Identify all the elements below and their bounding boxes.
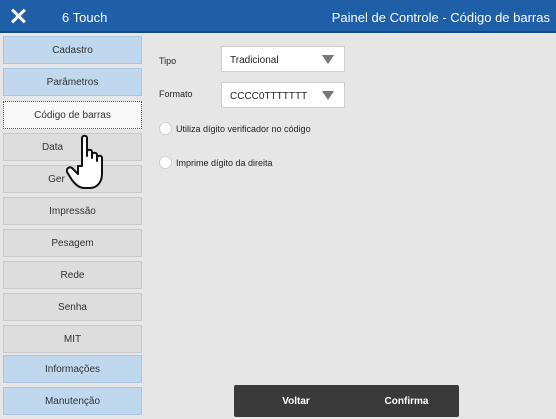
formato-label: Formato — [159, 89, 193, 99]
sidebar-item-label: Cadastro — [52, 44, 93, 56]
tipo-value: Tradicional — [230, 55, 279, 66]
sidebar-item-geral[interactable]: Ger — [3, 165, 142, 193]
verificador-radio[interactable] — [159, 122, 172, 135]
sidebar-item-label: Ger — [48, 173, 65, 185]
sidebar-item-impressao[interactable]: Impressão — [3, 197, 142, 225]
tipo-select[interactable]: Tradicional — [221, 46, 345, 72]
sidebar-item-label: Data — [41, 141, 64, 153]
confirm-button-label: Confirma — [384, 395, 429, 407]
sidebar-item-label: Manutenção — [44, 395, 101, 407]
sidebar-item-label: Informações — [44, 363, 101, 375]
window-title: Painel de Controle - Código de barras — [331, 10, 550, 25]
app-name: 6 Touch — [62, 10, 108, 25]
title-bar: 6 Touch Painel de Controle - Código de b… — [0, 0, 556, 33]
sidebar-item-label: MIT — [63, 333, 82, 345]
verificador-label: Utiliza dígito verificador no código — [176, 124, 311, 134]
sidebar-item-data[interactable]: Data — [3, 133, 142, 161]
sidebar-item-manutencao[interactable]: Manutenção — [3, 387, 142, 415]
sidebar-item-label: Pesagem — [51, 237, 94, 249]
sidebar-item-codigo-de-barras[interactable]: Código de barras — [3, 101, 142, 129]
sidebar-item-label: Parâmetros — [46, 76, 99, 88]
sidebar-item-parametros[interactable]: Parâmetros — [3, 68, 142, 96]
main-panel: Tipo Tradicional Formato CCCC0TTTTTTT Ut… — [145, 35, 556, 419]
back-button[interactable]: Voltar — [234, 385, 358, 417]
sidebar: Cadastro Parâmetros Código de barras Dat… — [0, 35, 145, 419]
confirm-button[interactable]: Confirma — [354, 385, 459, 417]
sidebar-item-senha[interactable]: Senha — [3, 293, 142, 321]
direita-label: Imprime dígito da direita — [176, 158, 273, 168]
chevron-down-icon — [322, 55, 334, 64]
sidebar-item-label: Senha — [58, 301, 87, 313]
sidebar-item-label: Impressão — [49, 205, 96, 217]
sidebar-item-rede[interactable]: Rede — [3, 261, 142, 289]
sidebar-item-label: Código de barras — [34, 109, 111, 121]
sidebar-item-mit[interactable]: MIT — [3, 325, 142, 353]
sidebar-item-informacoes[interactable]: Informações — [3, 355, 142, 383]
direita-radio[interactable] — [159, 156, 172, 169]
formato-select[interactable]: CCCC0TTTTTTT — [221, 82, 345, 108]
chevron-down-icon — [322, 91, 334, 100]
tipo-label: Tipo — [159, 56, 177, 66]
sidebar-item-pesagem[interactable]: Pesagem — [3, 229, 142, 257]
formato-value: CCCC0TTTTTTT — [230, 91, 308, 102]
back-button-label: Voltar — [282, 395, 310, 407]
sidebar-item-cadastro[interactable]: Cadastro — [3, 36, 142, 64]
sidebar-item-label: Rede — [60, 269, 85, 281]
close-icon[interactable] — [10, 8, 26, 24]
